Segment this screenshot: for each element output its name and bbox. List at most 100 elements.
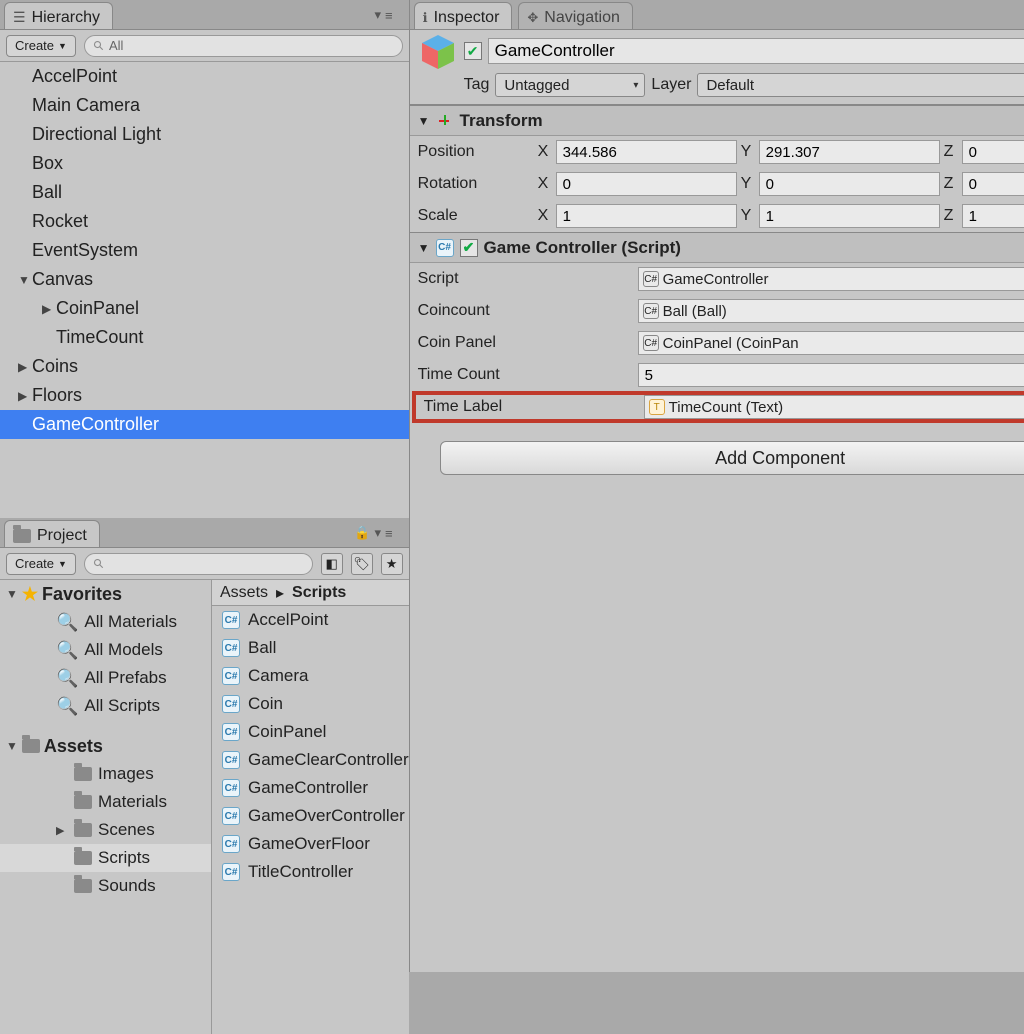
x-input[interactable] bbox=[556, 140, 737, 164]
hierarchy-item[interactable]: Ball bbox=[0, 178, 409, 207]
navigation-tab[interactable]: ✥ Navigation bbox=[518, 2, 633, 29]
tag-label: Tag bbox=[464, 76, 490, 94]
project-content-area[interactable]: Assets ▸ Scripts C#AccelPointC#BallC#Cam… bbox=[212, 580, 409, 1034]
hierarchy-item[interactable]: TimeCount bbox=[0, 323, 409, 352]
z-input[interactable] bbox=[962, 140, 1024, 164]
hierarchy-item[interactable]: Main Camera bbox=[0, 91, 409, 120]
script-asset[interactable]: C#GameController bbox=[212, 774, 409, 802]
object-type-icon: C# bbox=[643, 271, 659, 287]
breadcrumb-seg-0[interactable]: Assets bbox=[220, 584, 268, 602]
project-folder-tree[interactable]: ▼ ★ Favorites 🔍All Materials🔍All Models🔍… bbox=[0, 580, 212, 1034]
csharp-script-icon: C# bbox=[222, 863, 240, 881]
object-name-input[interactable] bbox=[488, 38, 1024, 64]
object-type-icon: C# bbox=[643, 303, 659, 319]
project-dock-controls[interactable]: 🔒▾≡ bbox=[354, 525, 392, 541]
folder-item[interactable]: ▶Scenes bbox=[0, 816, 211, 844]
script-asset[interactable]: C#CoinPanel bbox=[212, 718, 409, 746]
object-reference-value: CoinPanel (CoinPan bbox=[663, 335, 799, 352]
hierarchy-item[interactable]: EventSystem bbox=[0, 236, 409, 265]
disclosure-icon: ▼ bbox=[6, 587, 18, 601]
filter-favorite-button[interactable]: ★ bbox=[381, 553, 403, 575]
z-input[interactable] bbox=[962, 172, 1024, 196]
project-search-input[interactable] bbox=[84, 553, 313, 575]
disclosure-icon: ▶ bbox=[18, 389, 32, 403]
filter-label-button[interactable]: 🏷 bbox=[351, 553, 373, 575]
hierarchy-item[interactable]: ▶Floors bbox=[0, 381, 409, 410]
hierarchy-item[interactable]: Directional Light bbox=[0, 120, 409, 149]
hierarchy-item[interactable]: ▼Canvas bbox=[0, 265, 409, 294]
script-field-row: Time LabelTTimeCount (Text)⊙ bbox=[412, 391, 1024, 423]
x-input[interactable] bbox=[556, 172, 737, 196]
active-checkbox[interactable]: ✔ bbox=[464, 42, 482, 60]
script-asset[interactable]: C#GameClearController bbox=[212, 746, 409, 774]
transform-header[interactable]: ▼ Transform ▣✿⁝ bbox=[410, 106, 1024, 136]
component-enabled-checkbox[interactable]: ✔ bbox=[460, 239, 478, 257]
project-create-button[interactable]: Create ▼ bbox=[6, 553, 76, 575]
folder-item[interactable]: Images bbox=[0, 760, 211, 788]
assets-header[interactable]: ▼ Assets bbox=[0, 732, 211, 760]
object-reference-slot[interactable]: C#Ball (Ball) bbox=[638, 299, 1024, 323]
script-asset[interactable]: C#AccelPoint bbox=[212, 606, 409, 634]
hierarchy-item[interactable]: Rocket bbox=[0, 207, 409, 236]
field-label: Rotation bbox=[418, 175, 534, 193]
script-asset[interactable]: C#Camera bbox=[212, 662, 409, 690]
script-asset[interactable]: C#TitleController bbox=[212, 858, 409, 886]
number-input[interactable] bbox=[638, 363, 1024, 387]
favorites-header[interactable]: ▼ ★ Favorites bbox=[0, 580, 211, 608]
search-icon: 🔍 bbox=[56, 612, 78, 633]
hierarchy-search-input[interactable]: All bbox=[84, 35, 403, 57]
script-asset[interactable]: C#GameOverFloor bbox=[212, 830, 409, 858]
hierarchy-item[interactable]: ▶Coins bbox=[0, 352, 409, 381]
hierarchy-item-label: Main Camera bbox=[32, 95, 140, 116]
field-label: Coin Panel bbox=[418, 334, 634, 352]
script-asset[interactable]: C#Ball bbox=[212, 634, 409, 662]
folder-item[interactable]: Materials bbox=[0, 788, 211, 816]
project-tab[interactable]: Project bbox=[4, 520, 100, 547]
object-reference-slot[interactable]: C#GameController bbox=[638, 267, 1024, 291]
script-asset[interactable]: C#Coin bbox=[212, 690, 409, 718]
folder-item[interactable]: Scripts bbox=[0, 844, 211, 872]
favorite-item[interactable]: 🔍All Materials bbox=[0, 608, 211, 636]
folder-item[interactable]: Sounds bbox=[0, 872, 211, 900]
hierarchy-item[interactable]: GameController bbox=[0, 410, 409, 439]
transform-component: ▼ Transform ▣✿⁝ PositionXYZRotationXYZSc… bbox=[410, 105, 1024, 232]
x-input[interactable] bbox=[556, 204, 737, 228]
search-icon: 🔍 bbox=[56, 640, 78, 661]
breadcrumb-seg-1[interactable]: Scripts bbox=[292, 584, 346, 602]
favorite-item[interactable]: 🔍All Prefabs bbox=[0, 664, 211, 692]
object-reference-slot[interactable]: TTimeCount (Text) bbox=[644, 395, 1024, 419]
hierarchy-dock-controls[interactable]: ▾≡ bbox=[375, 7, 393, 23]
filter-type-button[interactable]: ◧ bbox=[321, 553, 343, 575]
object-reference-value: TimeCount (Text) bbox=[669, 399, 783, 416]
breadcrumb[interactable]: Assets ▸ Scripts bbox=[212, 580, 409, 606]
hierarchy-item[interactable]: ▶CoinPanel bbox=[0, 294, 409, 323]
y-input[interactable] bbox=[759, 204, 940, 228]
transform-icon bbox=[436, 112, 454, 130]
tag-dropdown[interactable]: Untagged bbox=[495, 73, 645, 97]
hierarchy-item[interactable]: AccelPoint bbox=[0, 62, 409, 91]
hierarchy-item[interactable]: Box bbox=[0, 149, 409, 178]
layer-dropdown[interactable]: Default bbox=[697, 73, 1024, 97]
z-input[interactable] bbox=[962, 204, 1024, 228]
hierarchy-list[interactable]: AccelPoint Main Camera Directional LightBo… bbox=[0, 62, 409, 542]
y-input[interactable] bbox=[759, 140, 940, 164]
axis-z-label: Z bbox=[944, 175, 958, 193]
axis-y-label: Y bbox=[741, 207, 755, 225]
axis-y-label: Y bbox=[741, 175, 755, 193]
object-reference-slot[interactable]: C#CoinPanel (CoinPan bbox=[638, 331, 1024, 355]
gamecontroller-header[interactable]: ▼ C# ✔ Game Controller (Script) ▣✿⁝ bbox=[410, 233, 1024, 263]
project-toolbar: Create ▼ ◧ 🏷 ★ bbox=[0, 548, 409, 580]
folder-item-label: Images bbox=[98, 764, 154, 784]
csharp-script-icon: C# bbox=[222, 807, 240, 825]
add-component-button[interactable]: Add Component bbox=[440, 441, 1024, 475]
inspector-tab[interactable]: ℹ Inspector bbox=[414, 2, 513, 29]
favorite-item[interactable]: 🔍All Models bbox=[0, 636, 211, 664]
y-input[interactable] bbox=[759, 172, 940, 196]
create-button[interactable]: Create ▼ bbox=[6, 35, 76, 57]
favorite-item[interactable]: 🔍All Scripts bbox=[0, 692, 211, 720]
csharp-script-icon: C# bbox=[436, 239, 454, 257]
hierarchy-tab[interactable]: ☰ Hierarchy bbox=[4, 2, 113, 29]
field-label: Script bbox=[418, 270, 634, 288]
project-create-label: Create bbox=[15, 556, 54, 571]
script-asset[interactable]: C#GameOverController bbox=[212, 802, 409, 830]
